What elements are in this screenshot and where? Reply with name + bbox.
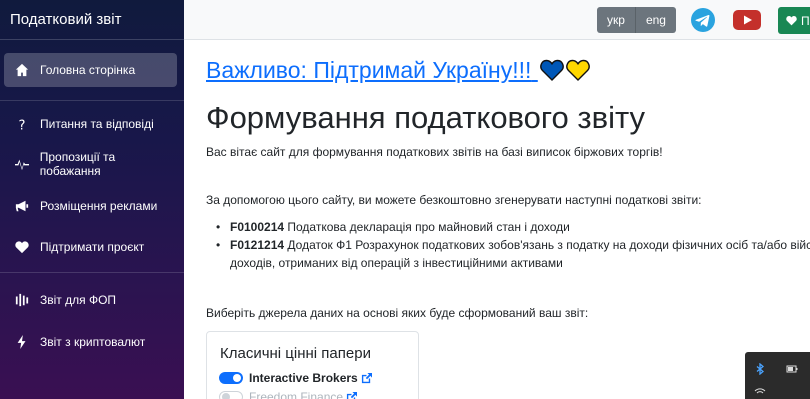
welcome-text: Вас вітає сайт для формування податкових… bbox=[206, 145, 663, 159]
source-label: Freedom Finance bbox=[249, 390, 344, 399]
source-toggle[interactable] bbox=[219, 372, 243, 384]
support-button-label: П bbox=[801, 13, 810, 28]
sidebar-item-ads[interactable]: Розміщення реклами bbox=[4, 189, 177, 223]
sidebar-item-home[interactable]: Головна сторінка bbox=[4, 53, 177, 87]
bluetooth-icon[interactable] bbox=[751, 360, 769, 378]
question-icon: ? bbox=[14, 116, 30, 132]
securities-card: Класичні цінні папери Interactive Broker… bbox=[206, 331, 419, 399]
report-description: Податкова декларація про майновий стан і… bbox=[287, 220, 570, 234]
topbar: укр eng П bbox=[184, 0, 810, 40]
card-title: Класичні цінні папери bbox=[220, 345, 371, 362]
battery-icon[interactable] bbox=[783, 360, 801, 378]
report-code: F0121214 bbox=[230, 238, 285, 252]
sidebar-item-label: Звіт для ФОП bbox=[40, 293, 117, 307]
sidebar-item-label: Пропозиції та побажання bbox=[39, 150, 116, 178]
yellow-heart-icon bbox=[565, 59, 590, 87]
wifi-icon[interactable] bbox=[751, 382, 769, 399]
sidebar-item-label: Розміщення реклами bbox=[40, 199, 158, 213]
report-description-cont: доходів, отриманих від операцій з інвест… bbox=[230, 256, 563, 270]
report-code: F0100214 bbox=[230, 220, 285, 234]
brand-title[interactable]: Податковий звіт bbox=[0, 0, 184, 40]
home-icon bbox=[14, 62, 30, 78]
external-link-icon[interactable] bbox=[361, 372, 372, 384]
megaphone-icon bbox=[14, 198, 30, 214]
support-ukraine-link-text: Важливо: Підтримай Україну!!! bbox=[206, 57, 532, 83]
source-row-freedom-finance: Freedom Finance bbox=[219, 390, 358, 399]
main-content: Важливо: Підтримай Україну!!! Формування… bbox=[206, 40, 810, 399]
blue-heart-icon bbox=[539, 59, 564, 87]
sidebar-item-support[interactable]: Підтримати проєкт bbox=[4, 230, 177, 264]
pulse-icon bbox=[14, 156, 30, 172]
source-row-interactive-brokers: Interactive Brokers bbox=[219, 371, 372, 385]
support-ukraine-link[interactable]: Важливо: Підтримай Україну!!! bbox=[206, 57, 590, 87]
svg-text:?: ? bbox=[19, 118, 26, 131]
report-list: F0100214 Податкова декларація про майнов… bbox=[216, 218, 810, 272]
sidebar-item-suggestions[interactable]: Пропозиції та побажання bbox=[4, 147, 177, 181]
list-item: F0121214 Додаток Ф1 Розрахунок податкови… bbox=[216, 236, 810, 272]
heart-icon bbox=[786, 16, 797, 26]
external-link-icon[interactable] bbox=[346, 391, 358, 399]
bars-icon bbox=[14, 292, 30, 308]
support-button[interactable]: П bbox=[778, 7, 810, 34]
sidebar-divider bbox=[0, 272, 184, 273]
source-toggle[interactable] bbox=[219, 391, 243, 399]
sidebar: Податковий звіт Головна сторінка ? Питан… bbox=[0, 0, 184, 399]
list-item: F0100214 Податкова декларація про майнов… bbox=[216, 218, 810, 236]
sidebar-item-crypto[interactable]: Звіт з криптовалют bbox=[4, 325, 177, 359]
lang-button-en[interactable]: eng bbox=[634, 7, 676, 33]
sidebar-item-label: Головна сторінка bbox=[40, 63, 136, 77]
report-description: Додаток Ф1 Розрахунок податкових зобов'я… bbox=[287, 238, 810, 252]
sidebar-item-label: Питання та відповіді bbox=[40, 117, 154, 131]
bolt-icon bbox=[14, 334, 30, 350]
page-title: Формування податкового звіту bbox=[206, 100, 646, 135]
choose-sources-text: Виберіть джерела даних на основі яких бу… bbox=[206, 306, 589, 320]
heart-icon bbox=[14, 239, 30, 255]
system-tray-popup bbox=[745, 352, 810, 399]
sidebar-item-faq[interactable]: ? Питання та відповіді bbox=[4, 107, 177, 141]
source-label: Interactive Brokers bbox=[249, 371, 358, 385]
sidebar-item-fop[interactable]: Звіт для ФОП bbox=[4, 283, 177, 317]
telegram-icon[interactable] bbox=[691, 8, 715, 32]
sidebar-item-label: Звіт з криптовалют bbox=[40, 335, 146, 349]
intro-text: За допомогою цього сайту, ви можете безк… bbox=[206, 193, 702, 207]
language-switcher: укр eng bbox=[597, 7, 676, 33]
youtube-icon[interactable] bbox=[733, 10, 761, 30]
sidebar-divider bbox=[0, 100, 184, 101]
sidebar-item-label: Підтримати проєкт bbox=[40, 240, 145, 254]
lang-button-uk[interactable]: укр bbox=[597, 7, 635, 33]
